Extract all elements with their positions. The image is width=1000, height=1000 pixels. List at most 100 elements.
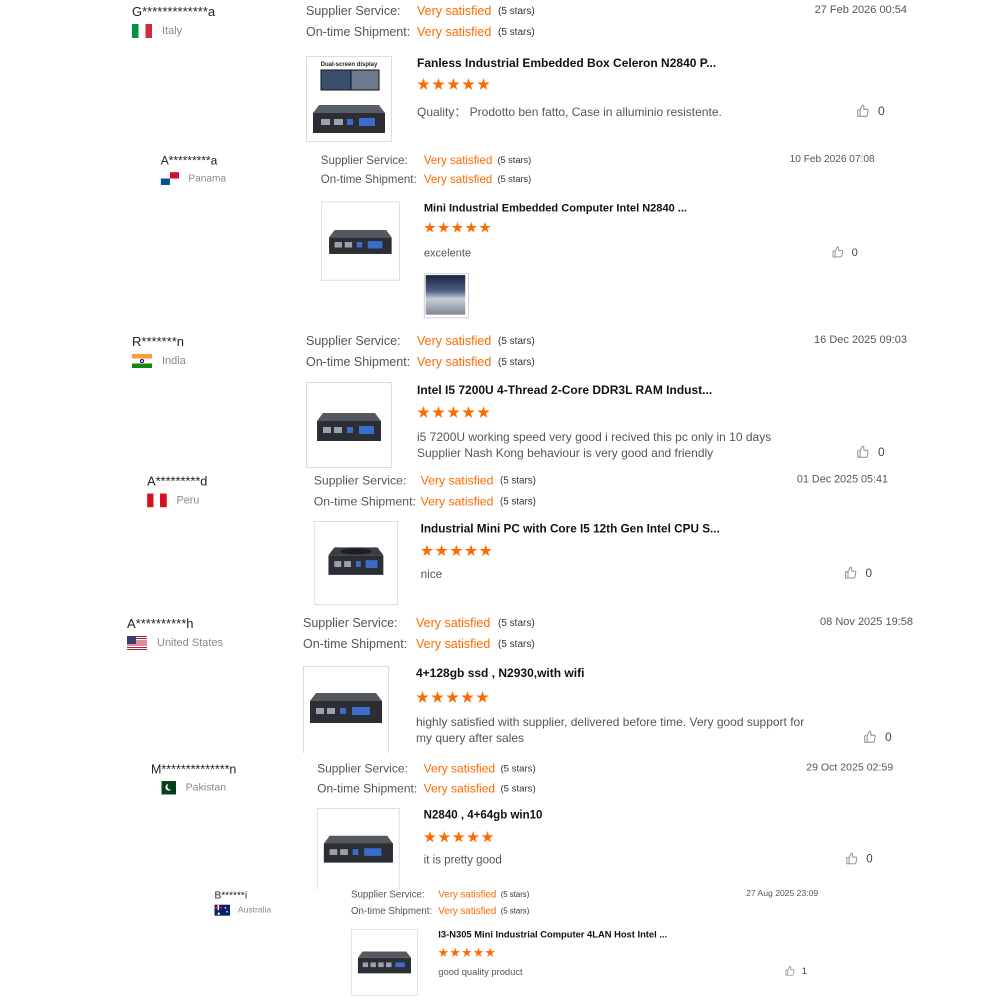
shipment-stars: (5 stars) [500, 907, 530, 916]
product-title-link[interactable]: Industrial Mini PC with Core I5 12th Gen… [421, 522, 720, 536]
product-thumbnail[interactable] [320, 201, 400, 281]
shipment-stars: (5 stars) [497, 174, 532, 185]
review-date: 08 Nov 2025 19:58 [820, 616, 913, 628]
buyer-country: Australia [214, 904, 271, 916]
like-button[interactable]: 0 [863, 730, 892, 744]
shipment-label: On-time Shipment: [313, 494, 416, 509]
shipment-stars: (5 stars) [498, 357, 535, 368]
star-icon [461, 947, 472, 957]
product-thumbnail[interactable] [317, 807, 400, 890]
star-icon [477, 406, 490, 418]
like-button[interactable]: 0 [831, 245, 858, 259]
star-icon [465, 221, 477, 233]
like-button[interactable]: 0 [845, 852, 873, 866]
star-icon [485, 947, 496, 957]
supplier-service-label: Supplier Service: [317, 761, 408, 776]
product-thumbnail[interactable] [350, 928, 419, 996]
star-rating [417, 406, 490, 419]
buyer-name: G*************a [132, 4, 216, 19]
supplier-service-label: Supplier Service: [320, 153, 408, 167]
flag-panama-icon [160, 172, 180, 185]
star-rating [420, 544, 493, 557]
review-photo[interactable] [423, 273, 469, 319]
star-icon [479, 544, 492, 557]
like-count: 0 [866, 852, 873, 866]
star-icon [437, 221, 450, 233]
country-name: India [162, 355, 186, 367]
shipment-value: Very satisfied [417, 25, 492, 39]
supplier-service-label: Supplier Service: [306, 4, 401, 18]
supplier-service-stars: (5 stars) [498, 336, 535, 347]
star-icon [462, 78, 475, 90]
supplier-service-value: Very satisfied [417, 334, 492, 348]
thumbs-up-icon [864, 730, 876, 743]
like-count: 0 [878, 104, 885, 118]
buyer-name: M**************n [151, 761, 237, 777]
supplier-service-value: Very satisfied [423, 153, 493, 167]
shipment-value: Very satisfied [423, 173, 493, 186]
buyer-name: B******i [214, 889, 248, 901]
supplier-service-label: Supplier Service: [313, 473, 407, 488]
product-title-link[interactable]: I3-N305 Mini Industrial Computer 4LAN Ho… [438, 929, 667, 940]
review-comment: excelente [423, 246, 472, 260]
star-icon [467, 830, 480, 843]
like-count: 0 [851, 245, 858, 259]
flag-united-states-icon [127, 636, 147, 650]
star-icon [438, 830, 451, 843]
shipment-label: On-time Shipment: [306, 355, 411, 369]
like-count: 0 [865, 566, 873, 580]
like-count: 0 [885, 730, 892, 744]
star-icon [447, 78, 460, 90]
star-icon [423, 830, 436, 843]
supplier-service-label: Supplier Service: [306, 334, 401, 348]
star-rating [424, 221, 491, 234]
shipment-value: Very satisfied [416, 637, 491, 651]
shipment-value: Very satisfied [438, 905, 497, 917]
like-button[interactable]: 0 [856, 104, 885, 118]
product-title-link[interactable]: Fanless Industrial Embedded Box Celeron … [417, 56, 716, 70]
star-icon [446, 691, 459, 703]
buyer-name: R*******n [132, 334, 185, 349]
supplier-service-value: Very satisfied [416, 616, 491, 630]
shipment-stars: (5 stars) [500, 783, 536, 795]
product-title-link[interactable]: Intel I5 7200U 4-Thread 2-Core DDR3L RAM… [417, 383, 712, 397]
star-icon [451, 221, 464, 233]
star-icon [464, 544, 478, 557]
product-thumbnail[interactable]: Dual-screen display [306, 56, 392, 142]
supplier-service-value: Very satisfied [438, 889, 497, 901]
buyer-name: A**********h [127, 616, 194, 631]
shipment-value: Very satisfied [420, 494, 494, 509]
star-icon [476, 691, 489, 703]
product-title-link[interactable]: Mini Industrial Embedded Computer Intel … [424, 202, 687, 215]
supplier-service-label: Supplier Service: [303, 616, 398, 630]
supplier-service-value: Very satisfied [420, 473, 494, 488]
shipment-value: Very satisfied [423, 782, 496, 796]
review-date: 27 Aug 2025 23:09 [746, 889, 819, 899]
supplier-service-value: Very satisfied [417, 4, 492, 18]
star-icon [420, 544, 434, 557]
star-rating [416, 691, 489, 704]
shipment-label: On-time Shipment: [320, 173, 417, 186]
like-button[interactable]: 0 [856, 445, 885, 459]
country-name: Panama [188, 173, 227, 185]
product-thumbnail[interactable] [303, 666, 389, 753]
buyer-country: Italy [132, 24, 182, 38]
supplier-service-stars: (5 stars) [499, 475, 536, 487]
thumbs-up-icon [857, 104, 869, 117]
product-thumbnail[interactable] [313, 520, 399, 606]
supplier-service-stars: (5 stars) [500, 763, 536, 775]
flag-pakistan-icon [156, 781, 176, 795]
buyer-country: Peru [147, 493, 199, 508]
buyer-country: India [132, 354, 186, 368]
like-count: 0 [878, 445, 885, 459]
supplier-service-stars: (5 stars) [498, 6, 535, 17]
supplier-service-stars: (5 stars) [497, 155, 532, 166]
like-button[interactable]: 1 [785, 966, 807, 976]
star-rating [423, 830, 494, 843]
buyer-name: A*********a [160, 153, 218, 168]
product-title-link[interactable]: 4+128gb ssd , N2930,with wifi [416, 666, 584, 680]
product-thumbnail[interactable] [306, 382, 392, 468]
like-button[interactable]: 0 [844, 566, 872, 580]
product-title-link[interactable]: N2840 , 4+64gb win10 [424, 808, 543, 821]
review-comment: nice [420, 567, 443, 581]
